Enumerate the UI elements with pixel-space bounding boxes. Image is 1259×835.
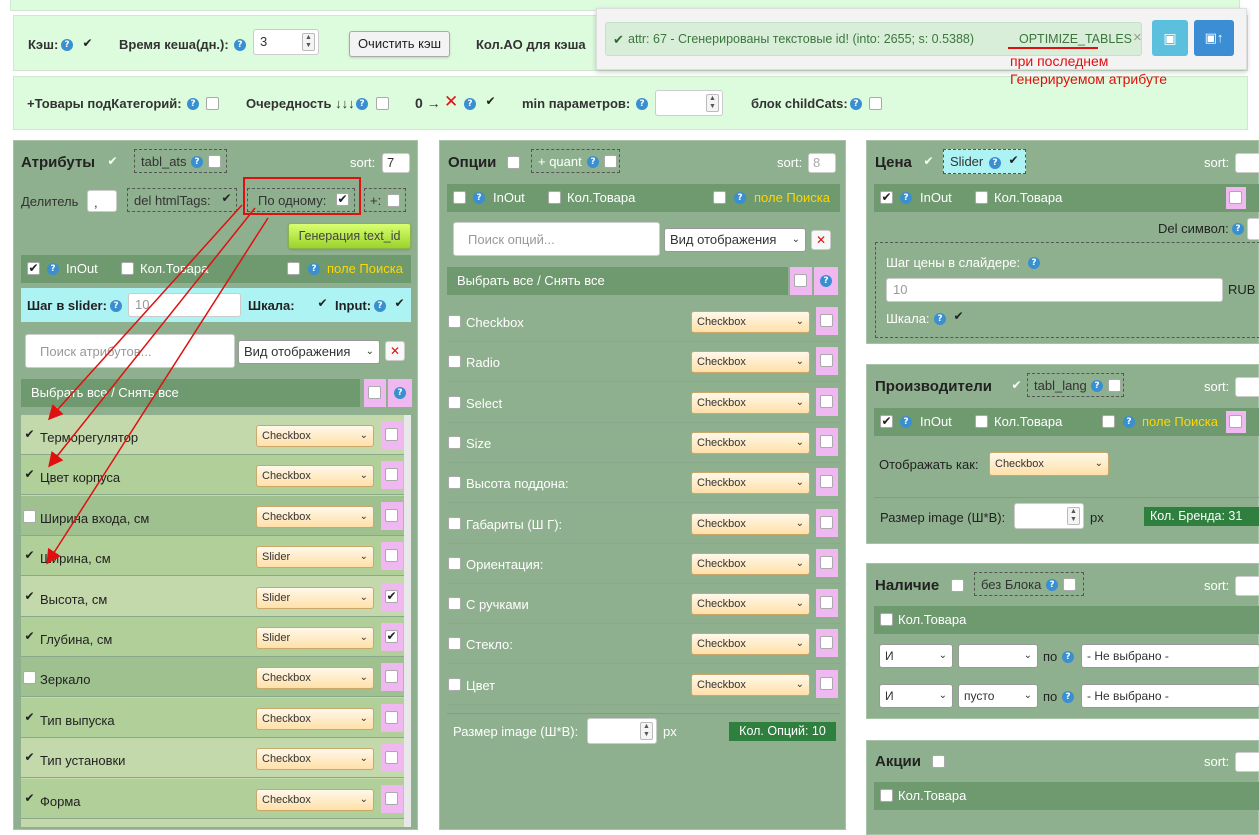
arrow-to-item-2 — [48, 207, 256, 468]
arrow-to-item-4 — [46, 217, 269, 565]
arrow-to-item-1 — [47, 204, 243, 421]
annotation-arrows — [46, 204, 269, 565]
